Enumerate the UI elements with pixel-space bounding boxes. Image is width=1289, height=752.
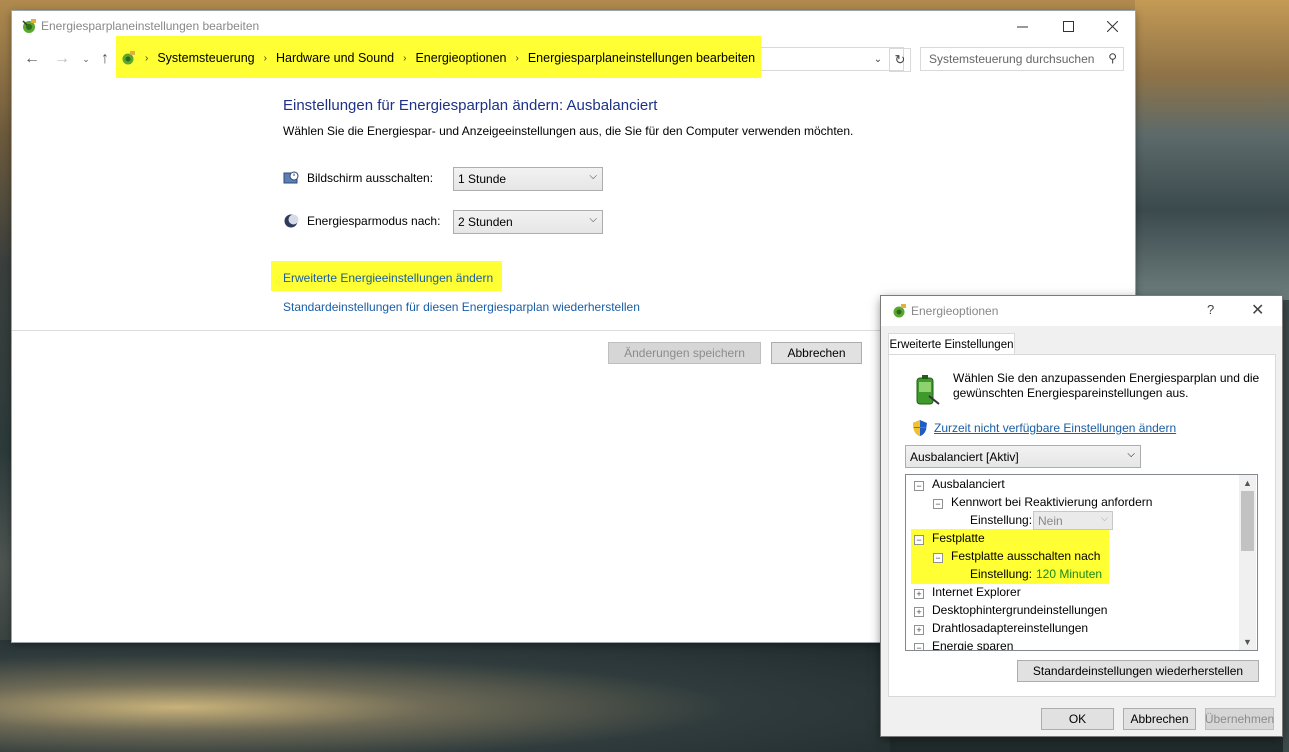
scroll-thumb[interactable]: [1241, 491, 1254, 551]
tree-node-desktop-background[interactable]: Desktophintergrundeinstellungen: [932, 603, 1107, 617]
ok-button[interactable]: OK: [1041, 708, 1114, 730]
change-unavailable-settings-link[interactable]: Zurzeit nicht verfügbare Einstellungen ä…: [934, 421, 1176, 435]
window-title: Energiesparplaneinstellungen bearbeiten: [41, 19, 260, 33]
dialog-close-button[interactable]: ✕: [1251, 300, 1264, 320]
expand-icon[interactable]: +: [914, 607, 924, 617]
scroll-down-icon[interactable]: ▼: [1239, 634, 1256, 650]
arrow-right-icon: →: [54, 50, 70, 67]
power-plan-icon: [22, 19, 36, 33]
collapse-icon[interactable]: −: [933, 553, 943, 563]
restore-defaults-link[interactable]: Standardeinstellungen für diesen Energie…: [283, 300, 640, 314]
tab-advanced-settings[interactable]: Erweiterte Einstellungen: [888, 333, 1015, 355]
collapse-icon[interactable]: −: [933, 499, 943, 509]
password-setting-value: Nein: [1038, 514, 1063, 528]
chevron-down-icon: ⌵: [1127, 449, 1135, 460]
display-off-label: Bildschirm ausschalten:: [307, 171, 434, 185]
maximize-icon: [1062, 20, 1074, 32]
search-placeholder: Systemsteuerung durchsuchen: [929, 52, 1095, 66]
control-panel-icon: [122, 51, 135, 65]
dialog-intro-text: Wählen Sie den anzupassenden Energiespar…: [953, 371, 1260, 400]
chevron-right-icon: ›: [145, 52, 149, 64]
breadcrumb-current[interactable]: Energiesparplaneinstellungen bearbeiten: [528, 51, 755, 65]
expand-icon[interactable]: +: [914, 589, 924, 599]
sleep-moon-icon: [284, 214, 299, 228]
chevron-down-icon: ⌵: [589, 214, 597, 225]
battery-plug-icon: [916, 375, 940, 405]
help-button[interactable]: ?: [1207, 302, 1214, 317]
back-button[interactable]: ←: [22, 49, 42, 69]
minimize-icon: [1016, 26, 1028, 27]
breadcrumb: › Systemsteuerung › Hardware und Sound ›…: [120, 50, 755, 66]
settings-panel: Wählen Sie den anzupassenden Energiespar…: [888, 354, 1276, 697]
plan-select-value: Ausbalanciert [Aktiv]: [910, 450, 1019, 464]
breadcrumb-hardware-sound[interactable]: Hardware und Sound: [276, 51, 394, 65]
sleep-select[interactable]: 2 Stunden ⌵: [453, 210, 603, 234]
tree-scrollbar[interactable]: ▲ ▼: [1239, 475, 1256, 650]
sleep-label: Energiesparmodus nach:: [307, 214, 441, 228]
password-setting-select[interactable]: Nein ⌵: [1033, 511, 1113, 530]
tree-node-harddisk-off[interactable]: Festplatte ausschalten nach: [951, 549, 1100, 563]
collapse-icon[interactable]: −: [914, 643, 924, 650]
monitor-clock-icon: [283, 171, 299, 184]
chevron-down-icon: ⌵: [589, 171, 597, 182]
chevron-right-icon: ›: [403, 52, 407, 64]
close-button[interactable]: [1089, 11, 1135, 41]
power-options-dialog: Energieoptionen ? ✕ Erweiterte Einstellu…: [881, 296, 1282, 736]
maximize-button[interactable]: [1045, 11, 1091, 41]
arrow-left-icon: ←: [24, 50, 40, 67]
breadcrumb-systemsteuerung[interactable]: Systemsteuerung: [157, 51, 254, 65]
collapse-icon[interactable]: −: [914, 535, 924, 545]
refresh-icon: ↻: [894, 52, 906, 67]
chevron-down-icon: ⌄: [873, 53, 883, 65]
save-changes-button[interactable]: Änderungen speichern: [608, 342, 761, 364]
uac-shield-icon: [913, 420, 927, 436]
display-off-value: 1 Stunde: [458, 172, 507, 186]
desktop-background-edge: [1283, 300, 1289, 752]
chevron-down-icon: ⌵: [1101, 513, 1108, 523]
breadcrumb-energieoptionen[interactable]: Energieoptionen: [415, 51, 506, 65]
forward-button[interactable]: →: [52, 49, 72, 69]
apply-button[interactable]: Übernehmen: [1205, 708, 1274, 730]
chevron-down-icon: ⌄: [82, 53, 90, 64]
arrow-up-icon: ↑: [101, 50, 109, 67]
plan-select[interactable]: Ausbalanciert [Aktiv] ⌵: [905, 445, 1141, 468]
tree-node-plan[interactable]: Ausbalanciert: [932, 477, 1005, 491]
dialog-title-bar[interactable]: Energieoptionen ? ✕: [881, 296, 1282, 326]
minimize-button[interactable]: [999, 11, 1045, 41]
recent-locations-button[interactable]: ⌄: [76, 49, 96, 69]
dialog-title: Energieoptionen: [911, 304, 999, 318]
tree-node-password[interactable]: Kennwort bei Reaktivierung anfordern: [951, 495, 1152, 509]
up-button[interactable]: ↑: [95, 49, 115, 69]
chevron-right-icon: ›: [263, 52, 267, 64]
search-input[interactable]: Systemsteuerung durchsuchen ⚲: [920, 47, 1124, 71]
sleep-value: 2 Stunden: [458, 215, 513, 229]
scroll-up-icon[interactable]: ▲: [1239, 475, 1256, 491]
settings-tree[interactable]: − Ausbalanciert − Kennwort bei Reaktivie…: [905, 474, 1258, 651]
refresh-button[interactable]: ↻: [889, 48, 911, 72]
desktop-background: [0, 640, 890, 752]
tree-node-harddisk[interactable]: Festplatte: [932, 531, 985, 545]
dialog-cancel-button[interactable]: Abbrechen: [1123, 708, 1196, 730]
tree-node-energy-saving[interactable]: Energie sparen: [932, 639, 1013, 650]
power-options-icon: [893, 304, 906, 318]
expand-icon[interactable]: +: [914, 625, 924, 635]
desktop-background-right: [1135, 0, 1289, 300]
close-icon: [1106, 20, 1118, 32]
address-dropdown-button[interactable]: ⌄: [870, 49, 886, 69]
page-description: Wählen Sie die Energiespar- und Anzeigee…: [283, 124, 854, 138]
tree-node-wireless-adapter[interactable]: Drahtlosadaptereinstellungen: [932, 621, 1088, 635]
display-off-select[interactable]: 1 Stunde ⌵: [453, 167, 603, 191]
cancel-button[interactable]: Abbrechen: [771, 342, 862, 364]
restore-defaults-button[interactable]: Standardeinstellungen wiederherstellen: [1017, 660, 1259, 682]
harddisk-off-value[interactable]: 120 Minuten: [1036, 567, 1102, 581]
advanced-settings-link[interactable]: Erweiterte Energieeinstellungen ändern: [283, 271, 493, 285]
collapse-icon[interactable]: −: [914, 481, 924, 491]
tree-setting-label: Einstellung:: [970, 567, 1033, 581]
chevron-right-icon: ›: [515, 52, 519, 64]
tree-node-internet-explorer[interactable]: Internet Explorer: [932, 585, 1021, 599]
tree-setting-label: Einstellung:: [970, 513, 1033, 527]
page-title: Einstellungen für Energiesparplan ändern…: [283, 97, 658, 114]
search-icon: ⚲: [1108, 51, 1117, 65]
